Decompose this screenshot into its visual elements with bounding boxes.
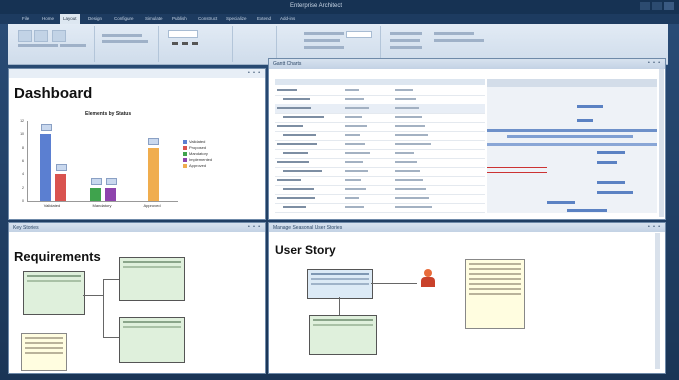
data-label (105, 177, 117, 185)
gantt-panel-title: Gantt Charts (273, 61, 302, 67)
close-button[interactable] (664, 2, 674, 10)
menu-home[interactable]: Home (42, 16, 54, 21)
gantt-timeline (487, 79, 657, 213)
user-story-note[interactable] (465, 259, 525, 329)
chart-legend: Validated Proposed Mandatory Implemented… (183, 139, 212, 169)
y-tick-label: 4 (22, 172, 24, 177)
user-story-panel-titlebar: Manage Seasonal User Stories • • • (269, 223, 665, 232)
menu-layout[interactable]: Layout (60, 14, 80, 24)
gantt-panel: Gantt Charts • • • (268, 58, 666, 220)
menu-construct[interactable]: Construct (198, 16, 217, 21)
maximize-button[interactable] (652, 2, 662, 10)
requirements-panel-title: Key Stories (13, 225, 39, 231)
bar-implemented[interactable] (105, 187, 116, 201)
bar-approved[interactable] (147, 147, 159, 201)
bar-proposed[interactable] (55, 174, 66, 201)
menu-bar: File Home Layout Design Configure Simula… (0, 14, 679, 24)
gantt-task-list (275, 86, 485, 214)
y-tick-label: 0 (22, 199, 24, 203)
dashboard-heading: Dashboard (14, 85, 93, 102)
user-story-panel: Manage Seasonal User Stories • • • User … (268, 222, 666, 374)
story-scrollbar[interactable] (655, 233, 660, 369)
bar-validated[interactable] (40, 134, 51, 201)
y-tick-label: 2 (22, 185, 24, 190)
y-tick-label: 12 (20, 119, 24, 123)
requirement-element[interactable] (119, 257, 185, 301)
y-axis: 12 10 8 6 4 2 0 (15, 119, 25, 203)
app-window: Enterprise Architect File Home Layout De… (0, 0, 679, 380)
ribbon-btn-1[interactable] (18, 30, 32, 42)
chart-title: Elements by Status (85, 111, 132, 117)
x-axis: Validated Mandatory Approved (27, 203, 177, 211)
menu-specialize[interactable]: Specialize (226, 16, 247, 21)
panel-menu-icon[interactable]: • • • (248, 70, 261, 76)
user-story-element[interactable] (307, 269, 373, 299)
data-label (40, 124, 52, 132)
gantt-grid-header (275, 79, 485, 85)
ribbon-group-2 (98, 26, 159, 62)
menu-file[interactable]: File (22, 16, 29, 21)
user-story-heading: User Story (275, 243, 336, 257)
requirements-panel: Key Stories • • • Requirements (8, 222, 266, 374)
menu-extend[interactable]: Extend (257, 16, 271, 21)
ribbon-field[interactable] (346, 31, 372, 38)
requirements-heading: Requirements (14, 249, 101, 264)
plot-area (27, 121, 178, 202)
window-title: Enterprise Architect (290, 3, 343, 9)
data-label (90, 177, 102, 185)
ribbon-btn-3[interactable] (52, 30, 66, 42)
dashboard-tabstrip: • • • (9, 69, 265, 78)
requirement-element[interactable] (309, 315, 377, 355)
menu-addins[interactable]: Add-ins (280, 16, 295, 21)
ribbon-group-1 (12, 26, 95, 62)
legend-item: Approved (183, 163, 212, 169)
requirement-element[interactable] (23, 271, 85, 315)
y-tick-label: 6 (22, 159, 24, 163)
data-label (55, 164, 67, 172)
ribbon-group-3 (162, 26, 233, 62)
dashboard-panel: • • • Dashboard Elements by Status 12 10 8… (8, 68, 266, 220)
user-story-panel-title: Manage Seasonal User Stories (273, 225, 343, 231)
requirement-element[interactable] (119, 317, 185, 363)
gantt-panel-titlebar: Gantt Charts • • • (269, 59, 665, 69)
y-tick-label: 10 (20, 132, 24, 137)
ribbon-combo[interactable] (168, 30, 198, 38)
ribbon-group-4 (236, 26, 277, 62)
x-tick-label: Validated (43, 203, 61, 208)
table-row[interactable] (275, 203, 485, 213)
ribbon-btn-2[interactable] (34, 30, 48, 42)
gantt-scrollbar[interactable] (659, 69, 664, 217)
title-bar: Enterprise Architect (0, 0, 679, 14)
data-label (148, 137, 159, 145)
requirements-panel-titlebar: Key Stories • • • (9, 223, 265, 232)
actor-icon[interactable] (419, 269, 437, 289)
x-tick-label: Mandatory (92, 203, 112, 208)
ribbon-group-5 (280, 26, 381, 62)
ribbon-group-6 (384, 26, 494, 62)
requirement-note[interactable] (21, 333, 67, 371)
panel-menu-icon[interactable]: • • • (648, 60, 661, 66)
menu-publish[interactable]: Publish (172, 16, 187, 21)
menu-simulate[interactable]: Simulate (145, 16, 163, 21)
elements-by-status-chart: Elements by Status 12 10 8 6 4 2 0 Validated Ma… (15, 109, 255, 217)
panel-menu-icon[interactable]: • • • (248, 224, 261, 230)
bar-mandatory[interactable] (90, 187, 101, 201)
x-tick-label: Approved (143, 203, 161, 208)
menu-design[interactable]: Design (88, 16, 102, 21)
panel-menu-icon[interactable]: • • • (648, 224, 661, 230)
menu-configure[interactable]: Configure (114, 16, 134, 21)
minimize-button[interactable] (640, 2, 650, 10)
y-tick-label: 8 (22, 145, 24, 150)
